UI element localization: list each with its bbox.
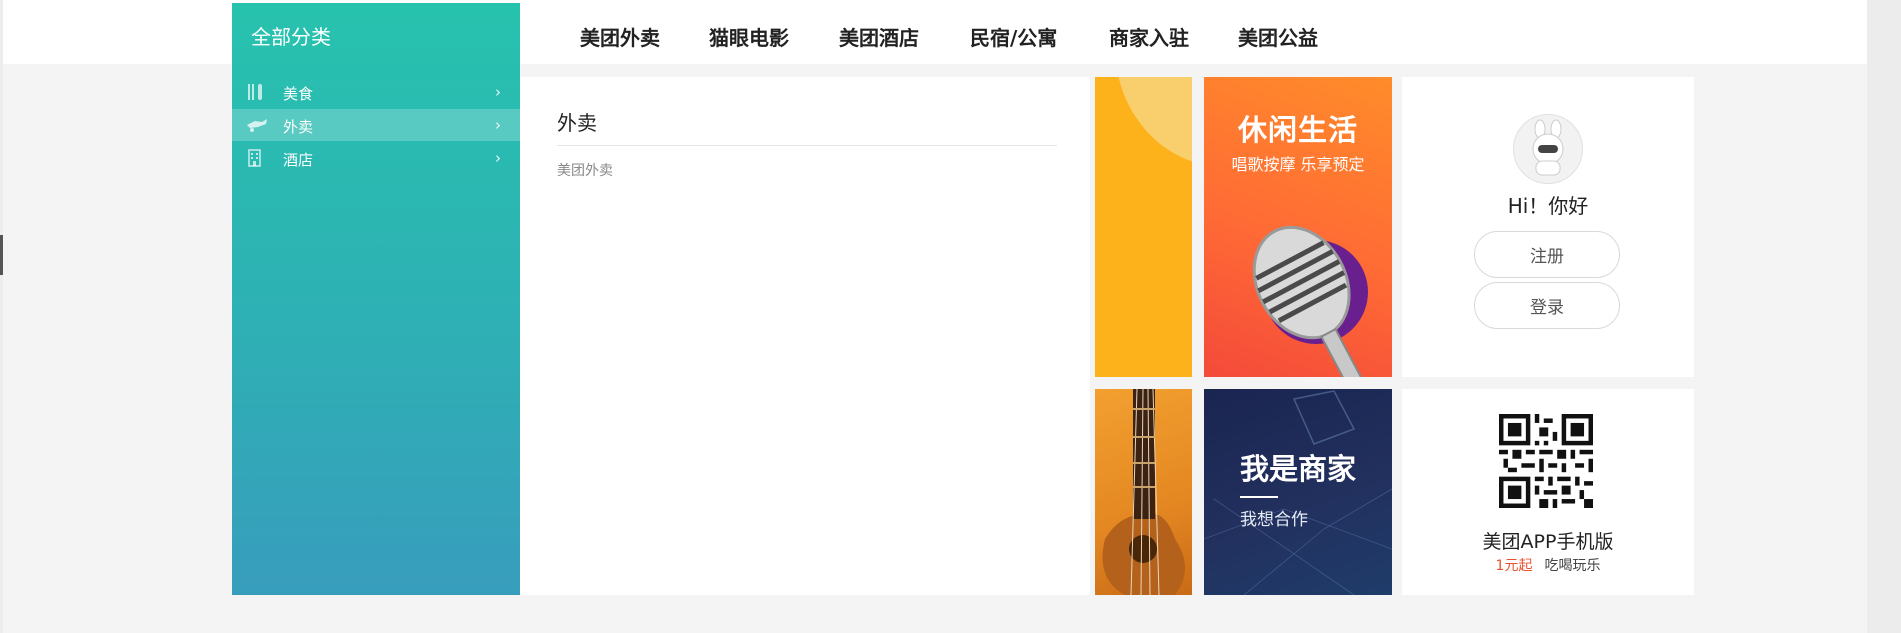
merchant-banner-title: 我是商家	[1240, 452, 1357, 486]
robot-avatar-icon	[1532, 119, 1564, 176]
right-strip	[1867, 0, 1901, 633]
greeting-text: Hi！你好	[1507, 194, 1589, 218]
merchant-banner-divider	[1240, 496, 1278, 498]
sidebar-item-hotel[interactable]: 酒店 ›	[232, 142, 520, 174]
guitar-banner[interactable]	[1095, 389, 1192, 595]
nav-merchant-join[interactable]: 商家入驻	[1109, 22, 1189, 51]
nav-meituan-hotel[interactable]: 美团酒店	[839, 22, 919, 51]
app-tags: 1元起 吃喝玩乐	[1402, 555, 1694, 575]
qr-code-icon[interactable]	[1499, 414, 1593, 508]
merchant-banner[interactable]: 我是商家 我想合作	[1204, 389, 1392, 595]
sidebar-item-label: 酒店	[283, 151, 314, 169]
app-tag-desc: 吃喝玩乐	[1544, 558, 1601, 574]
app-title: 美团APP手机版	[1482, 531, 1614, 553]
merchant-banner-subtitle: 我想合作	[1240, 510, 1308, 530]
sidebar-item-takeout[interactable]: 外卖 ›	[232, 109, 520, 141]
chevron-right-icon: ›	[495, 83, 501, 101]
category-sidebar: 全部分类 美食 › 外卖 › 酒店 ›	[232, 3, 520, 595]
login-button[interactable]: 登录	[1474, 282, 1620, 329]
microphone-icon	[1252, 225, 1368, 377]
user-card: Hi！你好 注册 登录	[1402, 77, 1694, 377]
avatar[interactable]	[1513, 114, 1583, 184]
content-title: 外卖	[557, 111, 597, 135]
left-edge-mark	[0, 235, 3, 275]
nav-meituan-waimai[interactable]: 美团外卖	[580, 22, 660, 51]
network-pattern	[1204, 390, 1392, 595]
app-tag-price: 1元起	[1495, 558, 1533, 574]
left-edge	[0, 0, 3, 633]
sidebar-title: 全部分类	[251, 25, 331, 49]
building-icon	[246, 148, 266, 168]
utensils-icon	[246, 82, 266, 102]
category-content-panel: 外卖 美团外卖	[520, 77, 1090, 595]
register-button[interactable]: 注册	[1474, 231, 1620, 278]
sidebar-item-label: 外卖	[283, 118, 314, 136]
nav-homestay[interactable]: 民宿/公寓	[970, 22, 1057, 51]
app-download-card: 美团APP手机版 1元起 吃喝玩乐	[1402, 389, 1694, 595]
content-divider	[557, 145, 1057, 146]
promo-banner-yellow[interactable]	[1095, 77, 1192, 377]
sidebar-item-label: 美食	[283, 85, 314, 103]
leisure-banner[interactable]: 休闲生活 唱歌按摩 乐享预定	[1204, 77, 1392, 377]
sidebar-item-food[interactable]: 美食 ›	[232, 76, 520, 108]
guitar-icon	[1102, 389, 1185, 595]
decorative-arc	[1115, 77, 1192, 167]
chevron-right-icon: ›	[495, 149, 501, 167]
nav-maoyan-movie[interactable]: 猫眼电影	[709, 22, 789, 51]
chevron-right-icon: ›	[495, 116, 501, 134]
content-link[interactable]: 美团外卖	[557, 160, 613, 180]
nav-meituan-charity[interactable]: 美团公益	[1238, 22, 1318, 51]
delivery-icon	[246, 115, 267, 135]
